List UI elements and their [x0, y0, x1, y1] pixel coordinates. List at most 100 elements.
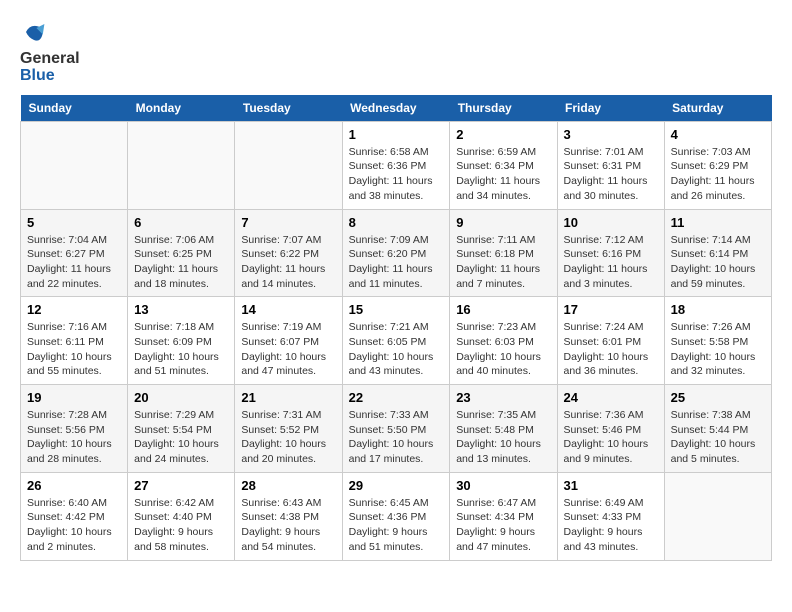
day-info: Sunrise: 7:28 AM Sunset: 5:56 PM Dayligh…: [27, 408, 121, 467]
day-number: 3: [564, 127, 658, 142]
day-info: Sunrise: 6:42 AM Sunset: 4:40 PM Dayligh…: [134, 496, 228, 555]
day-info: Sunrise: 7:38 AM Sunset: 5:44 PM Dayligh…: [671, 408, 765, 467]
day-number: 29: [349, 478, 444, 493]
calendar-cell: 22 Sunrise: 7:33 AM Sunset: 5:50 PM Dayli…: [342, 385, 450, 473]
day-info: Sunrise: 6:47 AM Sunset: 4:34 PM Dayligh…: [456, 496, 550, 555]
day-info: Sunrise: 7:29 AM Sunset: 5:54 PM Dayligh…: [134, 408, 228, 467]
calendar-cell: 5 Sunrise: 7:04 AM Sunset: 6:27 PM Daylig…: [21, 209, 128, 297]
day-info: Sunrise: 7:03 AM Sunset: 6:29 PM Dayligh…: [671, 145, 765, 204]
calendar-cell: 24 Sunrise: 7:36 AM Sunset: 5:46 PM Dayli…: [557, 385, 664, 473]
calendar-cell: 31 Sunrise: 6:49 AM Sunset: 4:33 PM Dayli…: [557, 472, 664, 560]
day-info: Sunrise: 6:43 AM Sunset: 4:38 PM Dayligh…: [241, 496, 335, 555]
calendar-cell: 12 Sunrise: 7:16 AM Sunset: 6:11 PM Dayli…: [21, 297, 128, 385]
day-number: 30: [456, 478, 550, 493]
calendar-cell: 16 Sunrise: 7:23 AM Sunset: 6:03 PM Dayli…: [450, 297, 557, 385]
day-number: 23: [456, 390, 550, 405]
calendar-cell: 25 Sunrise: 7:38 AM Sunset: 5:44 PM Dayli…: [664, 385, 771, 473]
calendar-week-2: 5 Sunrise: 7:04 AM Sunset: 6:27 PM Daylig…: [21, 209, 772, 297]
day-number: 12: [27, 302, 121, 317]
day-number: 18: [671, 302, 765, 317]
calendar-week-5: 26 Sunrise: 6:40 AM Sunset: 4:42 PM Dayli…: [21, 472, 772, 560]
logo-icon: [22, 20, 46, 44]
day-info: Sunrise: 7:31 AM Sunset: 5:52 PM Dayligh…: [241, 408, 335, 467]
day-header-monday: Monday: [128, 95, 235, 122]
day-info: Sunrise: 7:35 AM Sunset: 5:48 PM Dayligh…: [456, 408, 550, 467]
day-info: Sunrise: 7:12 AM Sunset: 6:16 PM Dayligh…: [564, 233, 658, 292]
day-number: 26: [27, 478, 121, 493]
calendar-cell: 19Sunrise: 7:28 AM Sunset: 5:56 PM Dayli…: [21, 385, 128, 473]
day-info: Sunrise: 6:58 AM Sunset: 6:36 PM Dayligh…: [349, 145, 444, 204]
day-number: 25: [671, 390, 765, 405]
day-number: 11: [671, 215, 765, 230]
day-header-friday: Friday: [557, 95, 664, 122]
day-number: 21: [241, 390, 335, 405]
day-info: Sunrise: 7:26 AM Sunset: 5:58 PM Dayligh…: [671, 320, 765, 379]
calendar-week-3: 12 Sunrise: 7:16 AM Sunset: 6:11 PM Dayli…: [21, 297, 772, 385]
calendar-cell: 3 Sunrise: 7:01 AM Sunset: 6:31 PM Daylig…: [557, 121, 664, 209]
page-header: General Blue: [20, 20, 772, 85]
calendar-cell: [235, 121, 342, 209]
day-number: 6: [134, 215, 228, 230]
calendar-cell: 14 Sunrise: 7:19 AM Sunset: 6:07 PM Dayli…: [235, 297, 342, 385]
day-info: Sunrise: 7:01 AM Sunset: 6:31 PM Dayligh…: [564, 145, 658, 204]
day-number: 20: [134, 390, 228, 405]
calendar-cell: 21 Sunrise: 7:31 AM Sunset: 5:52 PM Dayli…: [235, 385, 342, 473]
day-info: Sunrise: 6:59 AM Sunset: 6:34 PM Dayligh…: [456, 145, 550, 204]
calendar-cell: 8 Sunrise: 7:09 AM Sunset: 6:20 PM Daylig…: [342, 209, 450, 297]
calendar-cell: 20 Sunrise: 7:29 AM Sunset: 5:54 PM Dayli…: [128, 385, 235, 473]
day-number: 24: [564, 390, 658, 405]
day-info: Sunrise: 7:09 AM Sunset: 6:20 PM Dayligh…: [349, 233, 444, 292]
logo-line2: Blue: [20, 67, 80, 85]
day-info: Sunrise: 7:16 AM Sunset: 6:11 PM Dayligh…: [27, 320, 121, 379]
day-info: Sunrise: 7:24 AM Sunset: 6:01 PM Dayligh…: [564, 320, 658, 379]
calendar-cell: [21, 121, 128, 209]
calendar-cell: 6Sunrise: 7:06 AM Sunset: 6:25 PM Daylig…: [128, 209, 235, 297]
calendar-header-row: SundayMondayTuesdayWednesdayThursdayFrid…: [21, 95, 772, 122]
day-number: 1: [349, 127, 444, 142]
day-number: 17: [564, 302, 658, 317]
calendar-cell: [128, 121, 235, 209]
calendar-cell: 18 Sunrise: 7:26 AM Sunset: 5:58 PM Dayli…: [664, 297, 771, 385]
calendar-cell: 17 Sunrise: 7:24 AM Sunset: 6:01 PM Dayli…: [557, 297, 664, 385]
calendar-cell: 30 Sunrise: 6:47 AM Sunset: 4:34 PM Dayli…: [450, 472, 557, 560]
day-info: Sunrise: 7:36 AM Sunset: 5:46 PM Dayligh…: [564, 408, 658, 467]
calendar-cell: 9 Sunrise: 7:11 AM Sunset: 6:18 PM Daylig…: [450, 209, 557, 297]
day-header-sunday: Sunday: [21, 95, 128, 122]
calendar-cell: 28Sunrise: 6:43 AM Sunset: 4:38 PM Dayli…: [235, 472, 342, 560]
day-info: Sunrise: 7:04 AM Sunset: 6:27 PM Dayligh…: [27, 233, 121, 292]
day-info: Sunrise: 7:33 AM Sunset: 5:50 PM Dayligh…: [349, 408, 444, 467]
day-info: Sunrise: 7:19 AM Sunset: 6:07 PM Dayligh…: [241, 320, 335, 379]
day-number: 27: [134, 478, 228, 493]
calendar-cell: [664, 472, 771, 560]
day-info: Sunrise: 7:23 AM Sunset: 6:03 PM Dayligh…: [456, 320, 550, 379]
calendar-cell: 15Sunrise: 7:21 AM Sunset: 6:05 PM Dayli…: [342, 297, 450, 385]
day-info: Sunrise: 6:49 AM Sunset: 4:33 PM Dayligh…: [564, 496, 658, 555]
day-number: 31: [564, 478, 658, 493]
day-info: Sunrise: 7:11 AM Sunset: 6:18 PM Dayligh…: [456, 233, 550, 292]
calendar-week-1: 1 Sunrise: 6:58 AM Sunset: 6:36 PM Daylig…: [21, 121, 772, 209]
day-number: 7: [241, 215, 335, 230]
day-number: 9: [456, 215, 550, 230]
day-header-tuesday: Tuesday: [235, 95, 342, 122]
day-info: Sunrise: 6:40 AM Sunset: 4:42 PM Dayligh…: [27, 496, 121, 555]
calendar-cell: 2Sunrise: 6:59 AM Sunset: 6:34 PM Daylig…: [450, 121, 557, 209]
day-info: Sunrise: 7:14 AM Sunset: 6:14 PM Dayligh…: [671, 233, 765, 292]
day-number: 8: [349, 215, 444, 230]
calendar-cell: 4Sunrise: 7:03 AM Sunset: 6:29 PM Daylig…: [664, 121, 771, 209]
day-number: 14: [241, 302, 335, 317]
day-number: 22: [349, 390, 444, 405]
day-info: Sunrise: 7:07 AM Sunset: 6:22 PM Dayligh…: [241, 233, 335, 292]
day-number: 5: [27, 215, 121, 230]
day-number: 16: [456, 302, 550, 317]
day-header-thursday: Thursday: [450, 95, 557, 122]
calendar-cell: 10Sunrise: 7:12 AM Sunset: 6:16 PM Dayli…: [557, 209, 664, 297]
calendar-cell: 7 Sunrise: 7:07 AM Sunset: 6:22 PM Daylig…: [235, 209, 342, 297]
calendar-cell: 11 Sunrise: 7:14 AM Sunset: 6:14 PM Dayli…: [664, 209, 771, 297]
day-header-wednesday: Wednesday: [342, 95, 450, 122]
logo-line1: General: [20, 50, 80, 68]
day-header-saturday: Saturday: [664, 95, 771, 122]
calendar-cell: 23 Sunrise: 7:35 AM Sunset: 5:48 PM Dayli…: [450, 385, 557, 473]
calendar-week-4: 19Sunrise: 7:28 AM Sunset: 5:56 PM Dayli…: [21, 385, 772, 473]
calendar-cell: 13Sunrise: 7:18 AM Sunset: 6:09 PM Dayli…: [128, 297, 235, 385]
calendar-cell: 29Sunrise: 6:45 AM Sunset: 4:36 PM Dayli…: [342, 472, 450, 560]
